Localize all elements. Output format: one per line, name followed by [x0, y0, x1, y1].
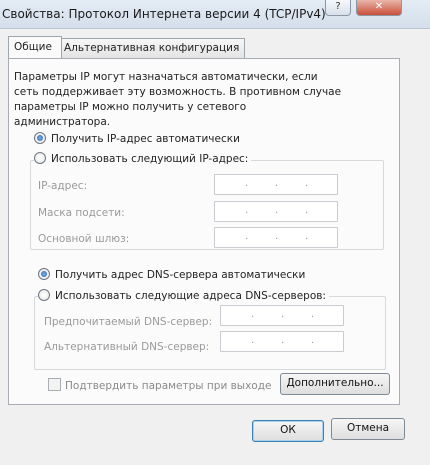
dns-manual-label: Использовать следующие адреса DNS-сервер…: [55, 290, 326, 302]
help-button[interactable]: ?: [325, 0, 351, 16]
radio-unselected-icon: [34, 152, 46, 164]
ip-auto-radio[interactable]: Получить IP-адрес автоматически: [34, 132, 240, 145]
ok-button[interactable]: ОК: [252, 420, 324, 442]
radio-selected-icon: [38, 268, 50, 280]
advanced-button[interactable]: Дополнительно...: [280, 373, 390, 395]
help-icon: ?: [335, 1, 341, 12]
subnet-mask-label: Маска подсети:: [38, 207, 125, 219]
tab-general[interactable]: Общие: [8, 36, 62, 58]
default-gateway-label: Основной шлюз:: [38, 233, 130, 245]
window-title: Свойства: Протокол Интернета версии 4 (T…: [2, 7, 326, 21]
cancel-button[interactable]: Отмена: [331, 418, 405, 440]
ip-address-label: IP-адрес:: [38, 180, 88, 192]
close-icon: ✕: [374, 1, 384, 12]
ipv4-properties-dialog: Свойства: Протокол Интернета версии 4 (T…: [0, 0, 430, 465]
ip-address-input[interactable]: ...: [214, 174, 338, 195]
dns-auto-label: Получить адрес DNS-сервера автоматически: [55, 269, 306, 281]
alternate-dns-label: Альтернативный DNS-сервер:: [44, 341, 210, 353]
alternate-dns-input[interactable]: ...: [220, 331, 344, 352]
radio-selected-icon: [34, 132, 46, 144]
tab-alternate-config[interactable]: Альтернативная конфигурация: [58, 38, 246, 58]
subnet-mask-input[interactable]: ...: [214, 201, 338, 222]
description-text: Параметры IP могут назначаться автоматич…: [14, 71, 342, 128]
default-gateway-input[interactable]: ...: [214, 227, 338, 248]
validate-settings-checkbox[interactable]: Подтвердить параметры при выходе: [48, 378, 271, 392]
preferred-dns-label: Предпочитаемый DNS-сервер:: [44, 316, 213, 328]
ip-manual-radio[interactable]: Использовать следующий IP-адрес:: [34, 152, 252, 165]
close-button[interactable]: ✕: [356, 0, 402, 16]
dns-auto-radio[interactable]: Получить адрес DNS-сервера автоматически: [38, 268, 305, 281]
ip-auto-label: Получить IP-адрес автоматически: [51, 133, 240, 145]
ip-manual-label: Использовать следующий IP-адрес:: [51, 153, 249, 165]
validate-settings-label: Подтвердить параметры при выходе: [65, 380, 272, 392]
dns-manual-radio[interactable]: Использовать следующие адреса DNS-сервер…: [38, 289, 329, 302]
radio-unselected-icon: [38, 289, 50, 301]
title-bar[interactable]: Свойства: Протокол Интернета версии 4 (T…: [0, 0, 430, 29]
preferred-dns-input[interactable]: ...: [220, 305, 344, 326]
checkbox-unchecked-icon: [48, 378, 61, 391]
